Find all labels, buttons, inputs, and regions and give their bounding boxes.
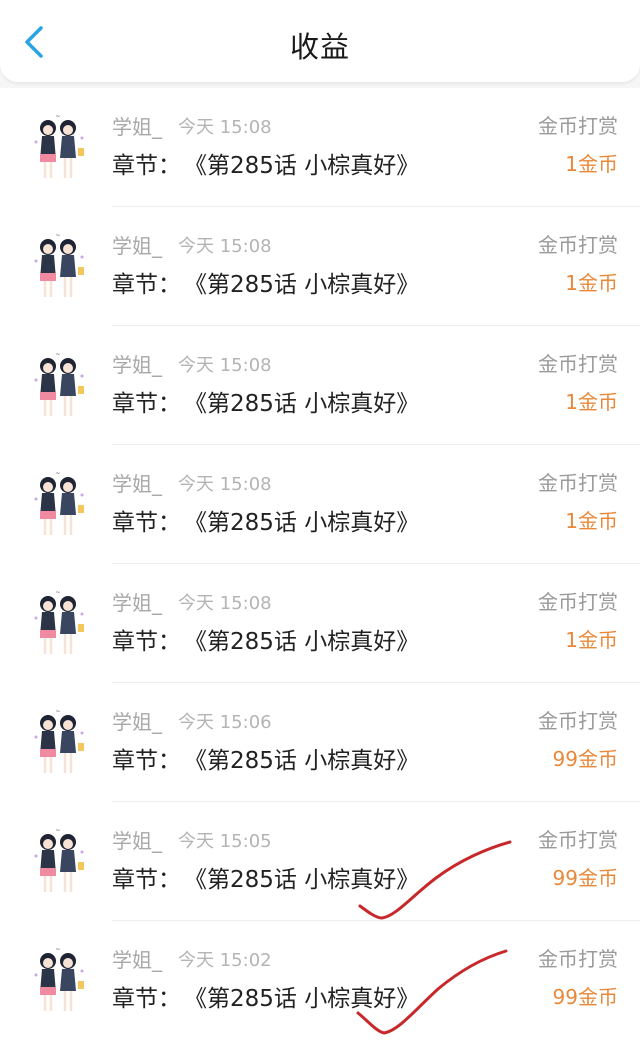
timestamp: 今天 15:08 bbox=[178, 593, 272, 614]
svg-text:~: ~ bbox=[55, 470, 60, 477]
user-name: 学姐_ bbox=[112, 353, 162, 377]
chapter-label: 章节： bbox=[112, 986, 181, 1012]
timestamp: 今天 15:08 bbox=[178, 474, 272, 495]
income-amount: 99金币 bbox=[552, 866, 618, 890]
list-item[interactable]: ~ 学姐_ 今天 15:05 章节： 《第285话 小棕真好》 金币打赏 99金… bbox=[0, 802, 640, 921]
chapter-title: 《第285话 小棕真好》 bbox=[184, 510, 420, 536]
chapter-label: 章节： bbox=[112, 391, 181, 417]
chapter-label: 章节： bbox=[112, 153, 181, 179]
svg-text:~: ~ bbox=[55, 708, 60, 715]
user-name: 学姐_ bbox=[112, 472, 162, 496]
avatar: ~ bbox=[20, 705, 96, 781]
income-type: 金币打赏 bbox=[538, 947, 618, 971]
chapter-title: 《第285话 小棕真好》 bbox=[184, 986, 420, 1012]
chapter-label: 章节： bbox=[112, 272, 181, 298]
timestamp: 今天 15:06 bbox=[178, 712, 272, 733]
list-item[interactable]: ~ 学姐_ 今天 15:08 章节： 《第285话 小棕真好》 金币打赏 1金币 bbox=[0, 564, 640, 683]
chapter-label: 章节： bbox=[112, 510, 181, 536]
income-amount: 1金币 bbox=[565, 152, 618, 176]
list-item[interactable]: ~ 学姐_ 今天 15:08 章节： 《第285话 小棕真好》 金币打赏 1金币 bbox=[0, 88, 640, 207]
income-type: 金币打赏 bbox=[538, 114, 618, 138]
user-name: 学姐_ bbox=[112, 948, 162, 972]
income-amount: 1金币 bbox=[565, 271, 618, 295]
avatar: ~ bbox=[20, 824, 96, 900]
income-amount: 1金币 bbox=[565, 509, 618, 533]
income-list: ~ 学姐_ 今天 15:08 章节： 《第285话 小棕真好》 金币打赏 1金币… bbox=[0, 88, 640, 1047]
chapter-title: 《第285话 小棕真好》 bbox=[184, 867, 420, 893]
user-name: 学姐_ bbox=[112, 829, 162, 853]
svg-text:~: ~ bbox=[55, 113, 60, 120]
income-type: 金币打赏 bbox=[538, 352, 618, 376]
svg-text:~: ~ bbox=[55, 351, 60, 358]
income-screen: 收益 ~ 学姐_ 今天 15:08 章节： 《第285话 小棕真好》 金币打赏 … bbox=[0, 0, 640, 1047]
user-name: 学姐_ bbox=[112, 591, 162, 615]
income-type: 金币打赏 bbox=[538, 233, 618, 257]
svg-text:~: ~ bbox=[55, 827, 60, 834]
timestamp: 今天 15:08 bbox=[178, 236, 272, 257]
income-amount: 99金币 bbox=[552, 747, 618, 771]
user-name: 学姐_ bbox=[112, 115, 162, 139]
income-type: 金币打赏 bbox=[538, 709, 618, 733]
chapter-label: 章节： bbox=[112, 629, 181, 655]
page-title: 收益 bbox=[289, 30, 350, 64]
income-amount: 99金币 bbox=[552, 985, 618, 1009]
avatar: ~ bbox=[20, 110, 96, 186]
chapter-title: 《第285话 小棕真好》 bbox=[184, 391, 420, 417]
list-item[interactable]: ~ 学姐_ 今天 15:08 章节： 《第285话 小棕真好》 金币打赏 1金币 bbox=[0, 326, 640, 445]
chapter-title: 《第285话 小棕真好》 bbox=[184, 153, 420, 179]
timestamp: 今天 15:08 bbox=[178, 117, 272, 138]
chapter-label: 章节： bbox=[112, 748, 181, 774]
list-item[interactable]: ~ 学姐_ 今天 15:08 章节： 《第285话 小棕真好》 金币打赏 1金币 bbox=[0, 445, 640, 564]
income-amount: 1金币 bbox=[565, 390, 618, 414]
avatar: ~ bbox=[20, 586, 96, 662]
user-name: 学姐_ bbox=[112, 234, 162, 258]
list-item[interactable]: ~ 学姐_ 今天 15:06 章节： 《第285话 小棕真好》 金币打赏 99金… bbox=[0, 683, 640, 802]
income-amount: 1金币 bbox=[565, 628, 618, 652]
avatar: ~ bbox=[20, 467, 96, 543]
list-item[interactable]: ~ 学姐_ 今天 15:02 章节： 《第285话 小棕真好》 金币打赏 99金… bbox=[0, 921, 640, 1040]
svg-text:~: ~ bbox=[55, 946, 60, 953]
header-bar: 收益 bbox=[0, 0, 640, 82]
chapter-title: 《第285话 小棕真好》 bbox=[184, 748, 420, 774]
chapter-title: 《第285话 小棕真好》 bbox=[184, 272, 420, 298]
svg-text:~: ~ bbox=[55, 589, 60, 596]
timestamp: 今天 15:02 bbox=[178, 950, 272, 971]
list-item[interactable]: ~ 学姐_ 今天 15:08 章节： 《第285话 小棕真好》 金币打赏 1金币 bbox=[0, 207, 640, 326]
user-name: 学姐_ bbox=[112, 710, 162, 734]
income-type: 金币打赏 bbox=[538, 828, 618, 852]
income-type: 金币打赏 bbox=[538, 590, 618, 614]
chapter-title: 《第285话 小棕真好》 bbox=[184, 629, 420, 655]
svg-text:~: ~ bbox=[55, 232, 60, 239]
avatar: ~ bbox=[20, 348, 96, 424]
timestamp: 今天 15:05 bbox=[178, 831, 272, 852]
chapter-label: 章节： bbox=[112, 867, 181, 893]
avatar: ~ bbox=[20, 229, 96, 305]
income-type: 金币打赏 bbox=[538, 471, 618, 495]
avatar: ~ bbox=[20, 943, 96, 1019]
timestamp: 今天 15:08 bbox=[178, 355, 272, 376]
